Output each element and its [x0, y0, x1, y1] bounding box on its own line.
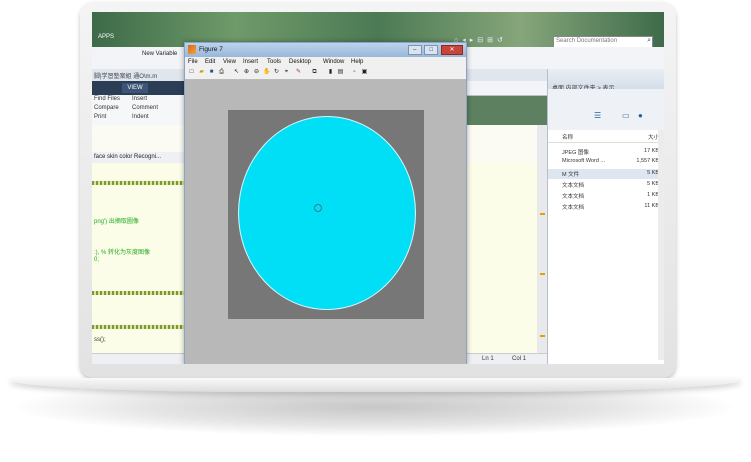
code-line: png') 出摘取圖像: [94, 219, 139, 225]
column-name[interactable]: 名称: [562, 133, 573, 141]
zoom-out-icon[interactable]: ⊖: [253, 69, 260, 76]
list-item[interactable]: 文本文档 11 KB: [548, 202, 664, 212]
list-item[interactable]: M 文件 5 KB: [548, 169, 664, 179]
ribbon-group: Find Files Insert Compare Comment Print …: [92, 95, 185, 125]
indent-button[interactable]: Indent: [132, 114, 149, 120]
pan-icon[interactable]: ✋: [263, 69, 270, 76]
close-button[interactable]: ✕: [441, 45, 463, 55]
figure-window: Figure 7 – □ ✕ File Edit View Insert Too…: [184, 42, 467, 364]
warning-marker[interactable]: [540, 213, 545, 215]
file-type: 文本文档: [562, 194, 585, 200]
detected-skin-region: [238, 116, 416, 310]
menu-edit[interactable]: Edit: [205, 59, 215, 65]
print-button[interactable]: Print: [94, 114, 106, 120]
list-item[interactable]: 文本文档 5 KB: [548, 180, 664, 190]
compare-button[interactable]: Compare: [94, 105, 119, 111]
crosshair-icon: [314, 204, 322, 212]
data-cursor-icon[interactable]: ⌖: [283, 69, 290, 76]
cell-divider: [92, 325, 185, 329]
file-type: Microsoft Word ...: [562, 158, 605, 164]
screen: APPS ⌂◂▸⊟⊞↺ Search Documentation ⌕ New V…: [92, 12, 664, 364]
figure-title: Figure 7: [199, 46, 223, 53]
view-icon[interactable]: ☰: [594, 111, 601, 120]
warning-marker[interactable]: [540, 273, 545, 275]
insert-button[interactable]: Insert: [132, 96, 147, 102]
find-files-button[interactable]: Find Files: [94, 96, 120, 102]
cell-divider: [92, 291, 185, 295]
menu-desktop[interactable]: Desktop: [289, 59, 311, 65]
help-icon[interactable]: ●: [638, 111, 643, 120]
explorer-toolbar: ☰ ▭ ●: [548, 89, 664, 130]
file-size: 1,557 KB: [636, 158, 659, 164]
link-icon[interactable]: ⧉: [311, 69, 318, 76]
figure-titlebar[interactable]: Figure 7 – □ ✕: [185, 43, 466, 57]
code-line: ss();: [94, 337, 106, 343]
menu-help[interactable]: Help: [351, 59, 363, 65]
menu-tools[interactable]: Tools: [267, 59, 281, 65]
matlab-logo-icon: [188, 45, 196, 54]
code-line: 0;: [94, 257, 100, 263]
list-item[interactable]: 文本文档 1 KB: [548, 191, 664, 201]
hide-tools-icon[interactable]: ▫: [351, 69, 358, 76]
maximize-button[interactable]: □: [424, 45, 439, 55]
explorer-scrollbar[interactable]: [658, 130, 664, 360]
editor-tab-label: face skin color Recogni...: [94, 154, 162, 160]
file-type: M 文件: [562, 172, 580, 178]
ribbon-tabstrip: VIEW: [92, 81, 185, 95]
menu-file[interactable]: File: [188, 59, 198, 65]
open-icon[interactable]: ▰: [198, 69, 205, 76]
column-indicator: Col 1: [512, 356, 527, 362]
tab-view[interactable]: VIEW: [122, 83, 148, 93]
menu-window[interactable]: Window: [323, 59, 344, 65]
file-list-header: 名称 大小: [548, 130, 664, 143]
menu-insert[interactable]: Insert: [243, 59, 258, 65]
save-icon[interactable]: ■: [208, 69, 215, 76]
figure-toolbar: □ ▰ ■ ⎙ ↖ ⊕ ⊖ ✋ ↻ ⌖ ✎ ⧉ ▮ ▤ ▫ ▣: [185, 67, 466, 80]
pointer-icon[interactable]: ↖: [233, 69, 240, 76]
image-axes[interactable]: [228, 110, 424, 319]
dock-icon[interactable]: ▣: [361, 69, 368, 76]
minimize-button[interactable]: –: [407, 45, 422, 55]
line-indicator: Ln 1: [482, 356, 494, 362]
colorbar-icon[interactable]: ▮: [327, 69, 334, 76]
apps-tab[interactable]: APPS: [98, 34, 114, 40]
file-type: 文本文档: [562, 183, 585, 189]
path-text: 脚|学習塾案組 通O\m.m: [94, 74, 158, 80]
zoom-in-icon[interactable]: ⊕: [243, 69, 250, 76]
editor-scrollbar[interactable]: [537, 125, 547, 353]
print-icon[interactable]: ⎙: [218, 69, 225, 76]
search-input[interactable]: Search Documentation: [556, 38, 617, 44]
search-icon[interactable]: ⌕: [647, 37, 651, 45]
cell-divider: [92, 181, 185, 185]
explorer-header: 桌面 内部文件夹 > 表示: [548, 69, 664, 92]
layout-icon[interactable]: ▭: [622, 111, 630, 120]
file-type: JPEG 图像: [562, 150, 589, 156]
brush-icon[interactable]: ✎: [295, 69, 302, 76]
new-variable-button[interactable]: New Variable: [142, 51, 177, 57]
file-explorer-panel: 桌面 内部文件夹 > 表示 ☰ ▭ ● 名称 大小 JPEG 图像 17 KB …: [547, 69, 664, 364]
list-item[interactable]: Microsoft Word ... 1,557 KB: [548, 157, 664, 167]
file-size: 11 KB: [644, 203, 659, 209]
file-size: 17 KB: [644, 148, 659, 154]
code-line: :), % 转化为灰度图像: [94, 250, 151, 256]
new-figure-icon[interactable]: □: [188, 69, 195, 76]
list-item[interactable]: JPEG 图像 17 KB: [548, 147, 664, 157]
window-controls: – □ ✕: [407, 45, 463, 55]
menu-view[interactable]: View: [223, 59, 236, 65]
warning-marker[interactable]: [540, 335, 545, 337]
legend-icon[interactable]: ▤: [337, 69, 344, 76]
rotate-icon[interactable]: ↻: [273, 69, 280, 76]
comment-button[interactable]: Comment: [132, 105, 158, 111]
file-type: 文本文档: [562, 205, 585, 211]
figure-menubar: File Edit View Insert Tools Desktop Wind…: [185, 57, 466, 67]
